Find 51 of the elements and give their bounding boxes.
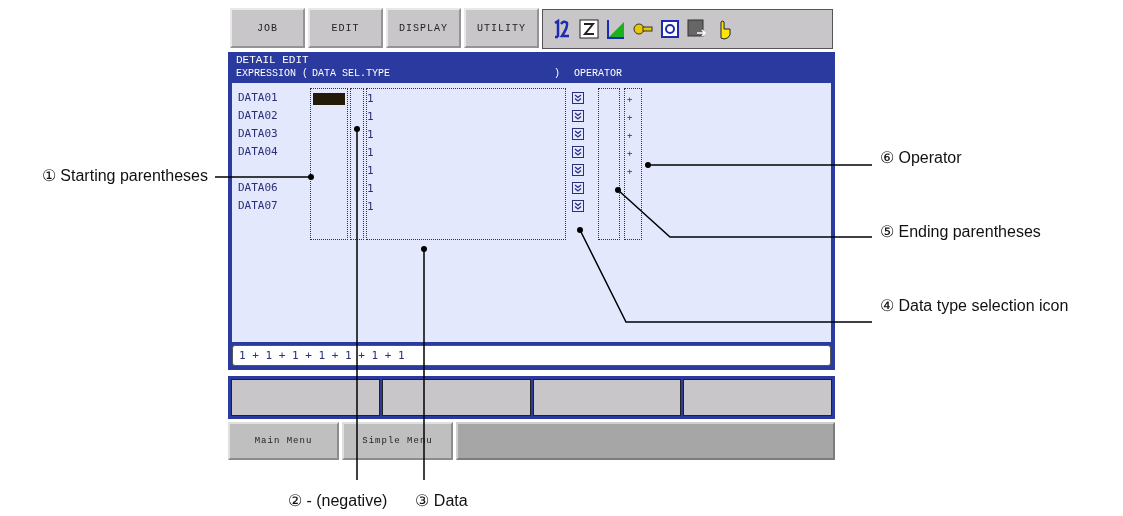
column-header: SEL.TYPE — [342, 67, 391, 81]
data-value: 1 — [367, 199, 374, 215]
menu-tab[interactable]: JOB — [230, 8, 305, 48]
operator-value: + — [626, 165, 633, 178]
chevron-down-icon[interactable] — [572, 200, 584, 212]
chevron-down-icon[interactable] — [572, 146, 584, 158]
row-label: DATA07 — [238, 198, 278, 214]
menu-tab[interactable]: EDIT — [308, 8, 383, 48]
row-label: DATA02 — [238, 108, 278, 124]
column-header: ( — [302, 67, 309, 81]
function-key[interactable] — [683, 379, 832, 416]
operator-value: + — [626, 147, 633, 160]
chevron-down-icon[interactable] — [572, 164, 584, 176]
data-value: 1 — [367, 109, 374, 125]
menu-tab[interactable]: UTILITY — [464, 8, 539, 48]
column-header: DATA — [312, 67, 337, 81]
callout-label: ② - (negative) — [288, 491, 388, 511]
function-key[interactable] — [231, 379, 380, 416]
chevron-down-icon[interactable] — [572, 182, 584, 194]
row-label: DATA06 — [238, 180, 278, 196]
row-label: DATA03 — [238, 126, 278, 142]
data-value: 1 — [367, 181, 374, 197]
column-header: EXPRESSION — [236, 67, 297, 81]
function-key[interactable] — [381, 379, 531, 416]
column-header: ) — [554, 67, 561, 81]
chevron-down-icon[interactable] — [572, 110, 584, 122]
callout-label: ⑤ Ending parentheses — [880, 222, 1042, 242]
row-label: DATA01 — [238, 90, 278, 106]
signal-bars-icon — [606, 18, 626, 40]
row-label: DATA04 — [238, 144, 278, 160]
menu-tab[interactable]: DISPLAY — [386, 8, 461, 48]
document-icon — [579, 18, 599, 40]
chevron-down-icon[interactable] — [572, 92, 584, 104]
operator-value: + — [626, 111, 633, 124]
callout-label: ① Starting parentheses — [41, 166, 208, 186]
operator-value: + — [626, 93, 633, 106]
function-key[interactable] — [532, 379, 682, 416]
data-value: 1 — [367, 163, 374, 179]
callout-label: ④ Data type selection icon — [880, 296, 1070, 316]
chevron-down-icon[interactable] — [572, 128, 584, 140]
operator-value: + — [626, 129, 633, 142]
data-value: 1 — [367, 145, 374, 161]
data-value: 1 — [367, 91, 374, 107]
expression-field: 1 + 1 + 1 + 1 + 1 + 1 + 1 — [232, 345, 831, 366]
data-value: 1 — [367, 127, 374, 143]
column-header: OPERATOR — [574, 67, 623, 81]
callout-label: ③ Data — [415, 491, 468, 511]
screen-title: DETAIL EDIT — [235, 54, 309, 67]
callout-label: ⑥ Operator — [880, 148, 963, 168]
menu-button[interactable]: Main Menu — [228, 422, 339, 460]
number-icon — [552, 18, 572, 40]
